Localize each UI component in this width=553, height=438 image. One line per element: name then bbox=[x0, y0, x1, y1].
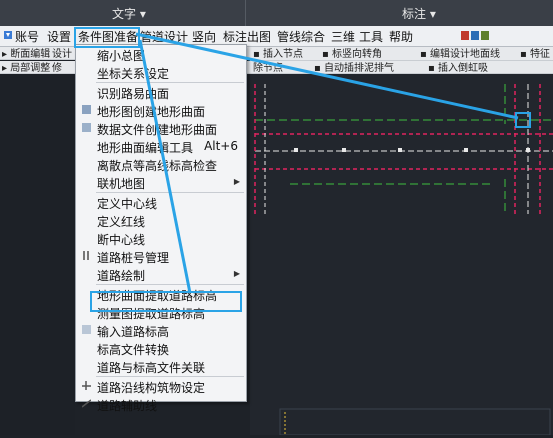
annotation-arrows bbox=[135, 32, 519, 294]
arrow-to-menu-item bbox=[138, 39, 192, 294]
arrow-to-canvas bbox=[135, 32, 519, 120]
